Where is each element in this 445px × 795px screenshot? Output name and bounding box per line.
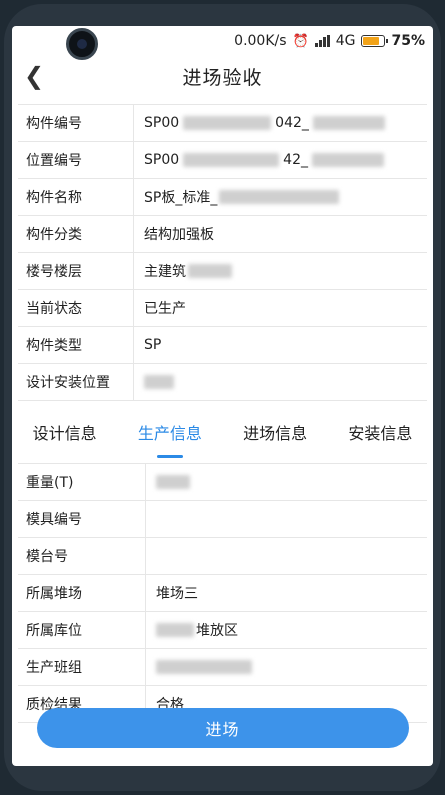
prod-row-storage-slot: 所属库位 堆放区: [18, 612, 427, 649]
info-label: 构件分类: [18, 216, 134, 252]
info-label: 位置编号: [18, 142, 134, 178]
info-row-building-floor: 楼号楼层 主建筑: [18, 253, 427, 290]
component-info-table: 构件编号 SP00 042_ 位置编号 SP00 42_ 构件名称 SP板_标准…: [18, 104, 427, 401]
prod-row-mold-table: 模台号: [18, 538, 427, 575]
prod-value: 堆放区: [196, 623, 238, 639]
front-camera-icon: [66, 28, 98, 60]
prod-label: 所属库位: [18, 612, 146, 648]
info-label: 构件类型: [18, 327, 134, 363]
info-value: SP00: [144, 152, 180, 168]
info-value: 主建筑: [144, 264, 186, 280]
redacted-block: [188, 264, 232, 278]
production-info-table: 重量(T) 模具编号 模台号 所属堆场 堆场三 所属库位 堆放区 生产班组 质检…: [18, 463, 427, 723]
info-value: 结构加强板: [144, 227, 214, 243]
info-row-component-category: 构件分类 结构加强板: [18, 216, 427, 253]
info-row-component-code: 构件编号 SP00 042_: [18, 105, 427, 142]
info-row-current-status: 当前状态 已生产: [18, 290, 427, 327]
alarm-icon: ⏰: [292, 33, 309, 49]
redacted-block: [156, 660, 252, 674]
prod-value: 堆场三: [156, 586, 198, 602]
network-type: 4G: [335, 33, 356, 49]
info-row-location-code: 位置编号 SP00 42_: [18, 142, 427, 179]
prod-value: [146, 538, 156, 574]
info-label: 当前状态: [18, 290, 134, 326]
battery-percent: 75%: [391, 33, 425, 49]
enter-site-button[interactable]: 进场: [36, 708, 409, 748]
page-title: 进场验收: [182, 66, 263, 89]
prod-row-production-team: 生产班组: [18, 649, 427, 686]
info-label: 设计安装位置: [18, 364, 134, 400]
tab-production-info[interactable]: 生产信息: [136, 420, 204, 444]
prod-row-yard: 所属堆场 堆场三: [18, 575, 427, 612]
back-arrow-icon[interactable]: ❮: [24, 62, 44, 90]
prod-label: 重量(T): [18, 464, 146, 500]
tab-design-info[interactable]: 设计信息: [31, 420, 99, 444]
info-label: 构件编号: [18, 105, 134, 141]
info-value: SP00: [144, 115, 180, 131]
info-tabs: 设计信息 生产信息 进场信息 安装信息: [12, 407, 433, 457]
battery-icon: [361, 35, 389, 47]
prod-label: 模具编号: [18, 501, 146, 537]
phone-frame: 0.00K/s ⏰ 4G 75% ❮ 进场验收 构件编号 SP00 042_ 位…: [4, 4, 441, 791]
info-value: SP板_标准_: [144, 190, 218, 206]
prod-value: [146, 501, 156, 537]
signal-icon: [314, 35, 330, 47]
prod-label: 所属堆场: [18, 575, 146, 611]
redacted-block: [219, 190, 340, 204]
prod-label: 生产班组: [18, 649, 146, 685]
info-row-install-position: 设计安装位置: [18, 364, 427, 401]
redacted-block: [156, 475, 190, 489]
network-speed: 0.00K/s: [234, 33, 287, 49]
info-label: 构件名称: [18, 179, 134, 215]
redacted-block: [183, 116, 272, 130]
prod-row-mold-code: 模具编号: [18, 501, 427, 538]
info-row-component-type: 构件类型 SP: [18, 327, 427, 364]
info-value-mid: 042_: [275, 115, 309, 131]
title-bar: ❮ 进场验收: [12, 56, 433, 96]
info-value: 已生产: [144, 301, 186, 317]
redacted-block: [156, 623, 194, 637]
info-value-mid: 42_: [283, 152, 308, 168]
redacted-block: [144, 375, 174, 389]
info-row-component-name: 构件名称 SP板_标准_: [18, 179, 427, 216]
tab-entry-info[interactable]: 进场信息: [241, 420, 309, 444]
info-value: SP: [144, 337, 162, 353]
redacted-block: [311, 153, 384, 167]
info-label: 楼号楼层: [18, 253, 134, 289]
redacted-block: [312, 116, 385, 130]
prod-label: 模台号: [18, 538, 146, 574]
app-screen: 0.00K/s ⏰ 4G 75% ❮ 进场验收 构件编号 SP00 042_ 位…: [12, 26, 433, 766]
tab-install-info[interactable]: 安装信息: [346, 420, 414, 444]
prod-row-weight: 重量(T): [18, 464, 427, 501]
redacted-block: [183, 153, 280, 167]
